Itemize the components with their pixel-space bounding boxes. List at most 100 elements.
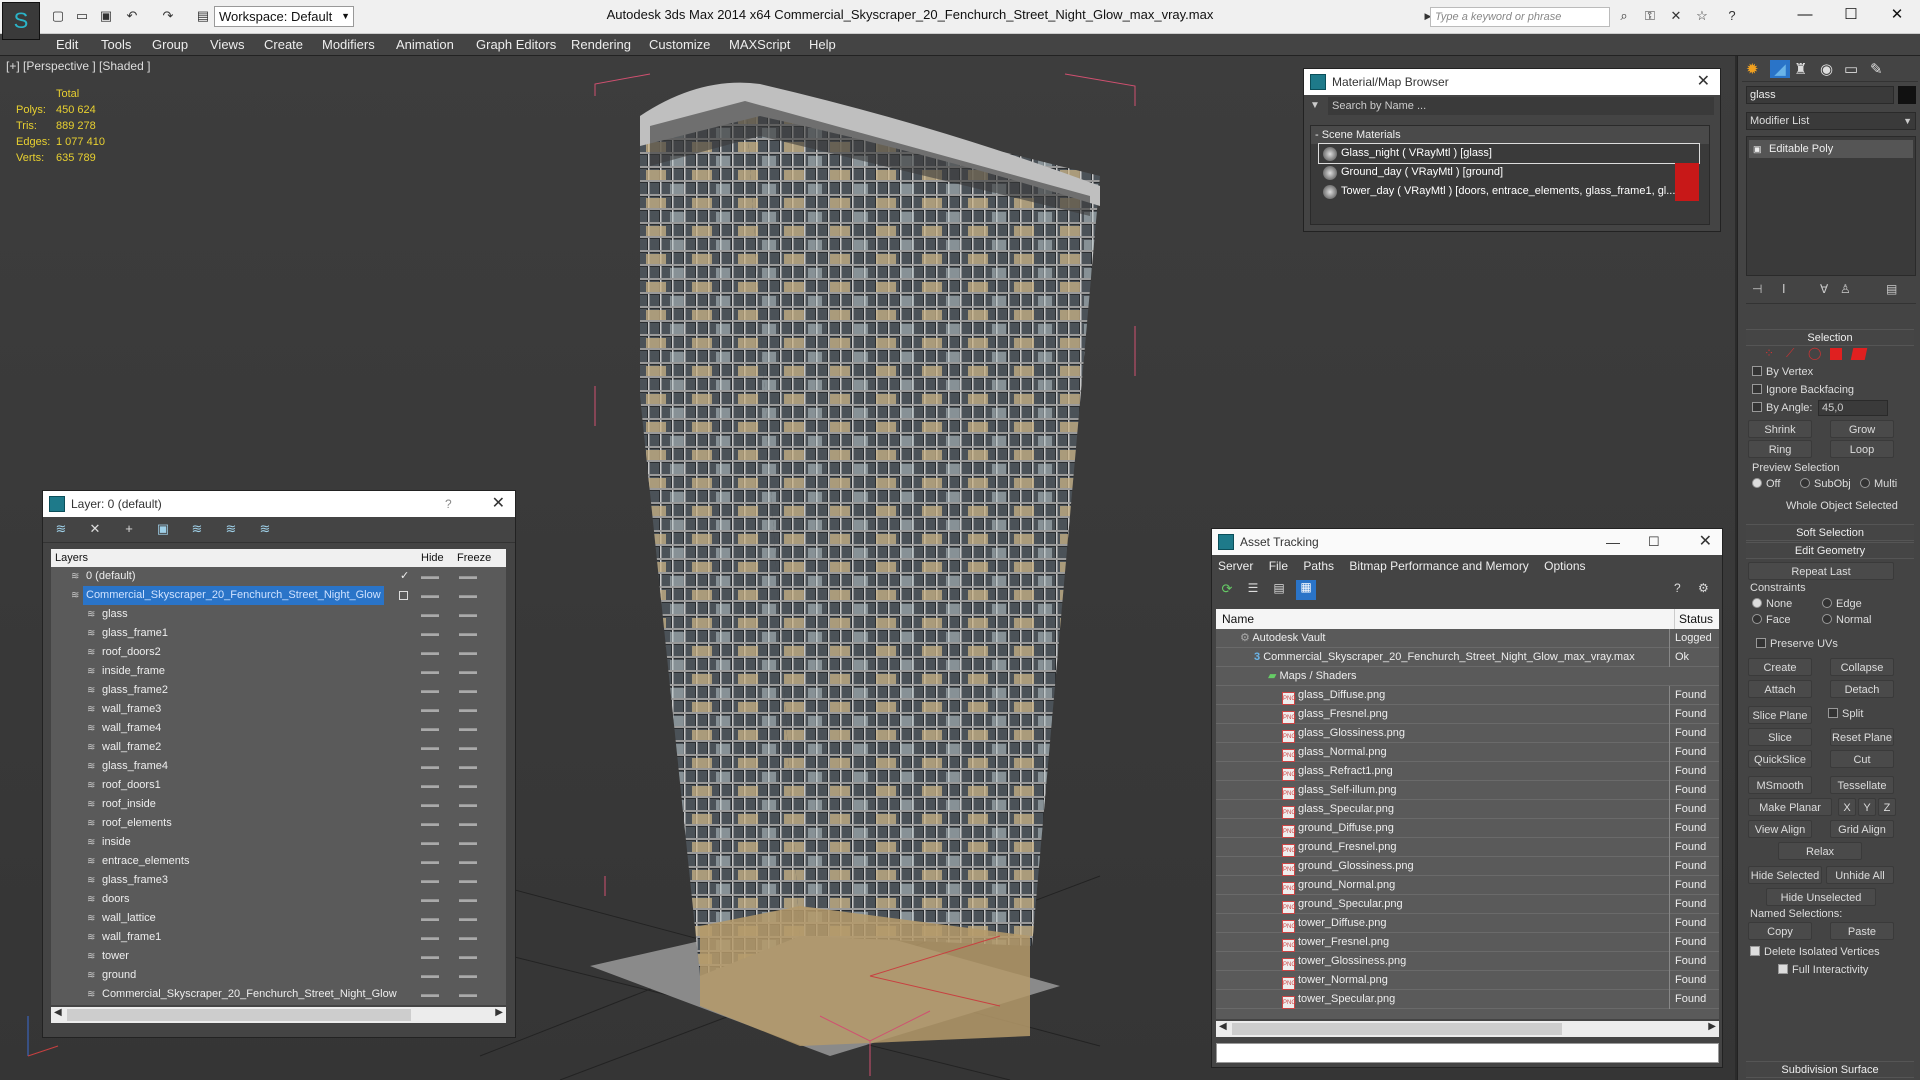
layer-row[interactable]: ≋ 0 (default) ✓ ▬▬ ▬▬ (51, 567, 506, 586)
layer-row[interactable]: ≋ roof_inside ▬▬ ▬▬ (51, 795, 506, 814)
radio-dot[interactable] (1800, 478, 1810, 488)
hide-toggle[interactable]: ▬▬ (421, 567, 439, 586)
by-vertex-checkbox[interactable]: By Vertex (1752, 366, 1813, 378)
make-unique-icon[interactable]: ∀ (1820, 282, 1828, 296)
copy-button[interactable]: Copy (1748, 922, 1812, 940)
layer-row[interactable]: ≋ Commercial_Skyscraper_20_Fenchurch_Stre… (51, 586, 506, 605)
layer-name[interactable]: wall_lattice (99, 909, 159, 928)
layer-row[interactable]: ≋ entrace_elements ▬▬ ▬▬ (51, 852, 506, 871)
cut-button[interactable]: Cut (1830, 750, 1894, 768)
menu-create[interactable]: Create (264, 34, 303, 56)
freeze-toggle[interactable]: ▬▬ (459, 624, 477, 643)
full-interactivity-checkbox[interactable]: Full Interactivity (1778, 964, 1868, 976)
slice-plane-button[interactable]: Slice Plane (1748, 706, 1812, 724)
modify-tab-icon[interactable]: ◢ (1770, 60, 1790, 78)
layer-row[interactable]: ≋ wall_lattice ▬▬ ▬▬ (51, 909, 506, 928)
menu-animation[interactable]: Animation (396, 34, 454, 56)
highlight-layer-icon[interactable]: ≋ (187, 521, 207, 539)
layer-row[interactable]: ≋ roof_doors2 ▬▬ ▬▬ (51, 643, 506, 662)
hide-toggle[interactable]: ▬▬ (421, 586, 439, 605)
hide-toggle[interactable]: ▬▬ (421, 719, 439, 738)
freeze-toggle[interactable]: ▬▬ (459, 586, 477, 605)
material-browser-titlebar[interactable]: Material/Map Browser ✕ (1304, 69, 1720, 95)
asset-row[interactable]: PNG glass_Specular.png Found (1216, 800, 1719, 819)
maximize-button[interactable]: ☐ (1828, 0, 1874, 30)
split-checkbox[interactable]: Split (1828, 708, 1863, 720)
layer-row[interactable]: ≋ inside_frame ▬▬ ▬▬ (51, 662, 506, 681)
freeze-toggle[interactable]: ▬▬ (459, 852, 477, 871)
subdivision-surface-rollout-header[interactable]: Subdivision Surface (1746, 1061, 1914, 1078)
menu-edit[interactable]: Edit (56, 34, 78, 56)
asset-path-field[interactable] (1216, 1043, 1719, 1063)
menu-maxscript[interactable]: MAXScript (729, 34, 790, 56)
exchange-icon[interactable]: ✕ (1666, 6, 1686, 26)
preserve-uvs-checkbox[interactable]: Preserve UVs (1756, 638, 1838, 650)
hide-toggle[interactable]: ▬▬ (421, 833, 439, 852)
hide-toggle[interactable]: ▬▬ (421, 700, 439, 719)
layer-name[interactable]: 0 (default) (83, 567, 139, 586)
material-item[interactable]: Ground_day ( VRayMtl ) [ground] (1319, 163, 1699, 182)
layer-name[interactable]: doors (99, 890, 133, 909)
layer-row[interactable]: ≋ glass_frame1 ▬▬ ▬▬ (51, 624, 506, 643)
hierarchy-tab-icon[interactable]: ♜ (1794, 60, 1807, 78)
layer-row[interactable]: ≋ roof_doors1 ▬▬ ▬▬ (51, 776, 506, 795)
checkbox-box[interactable] (1756, 638, 1766, 648)
hide-toggle[interactable]: ▬▬ (421, 966, 439, 985)
edit-geometry-rollout-header[interactable]: Edit Geometry (1746, 542, 1914, 559)
hide-toggle[interactable]: ▬▬ (421, 871, 439, 890)
show-end-result-icon[interactable]: Ⅰ (1782, 282, 1786, 296)
tessellate-button[interactable]: Tessellate (1830, 776, 1894, 794)
preview-off-radio[interactable]: Off (1752, 478, 1780, 490)
freeze-toggle[interactable]: ▬▬ (459, 947, 477, 966)
by-angle-checkbox[interactable]: By Angle: (1752, 402, 1812, 414)
planar-x-button[interactable]: X (1838, 798, 1856, 816)
layer-name[interactable]: roof_doors2 (99, 643, 164, 662)
create-tab-icon[interactable]: ✹ (1746, 60, 1759, 78)
menu-paths[interactable]: Paths (1303, 559, 1334, 573)
close-icon[interactable]: ✕ (1697, 69, 1710, 95)
make-planar-button[interactable]: Make Planar (1748, 798, 1832, 816)
layer-name[interactable]: ground (99, 966, 139, 985)
checkbox-box[interactable] (1778, 964, 1788, 974)
layer-name[interactable]: glass_frame1 (99, 624, 171, 643)
stack-item-editable-poly[interactable]: ▣ Editable Poly (1749, 140, 1913, 158)
undo-icon[interactable]: ↶ (122, 6, 142, 26)
hide-toggle[interactable]: ▬▬ (421, 890, 439, 909)
freeze-toggle[interactable]: ▬▬ (459, 966, 477, 985)
polygon-icon[interactable] (1830, 348, 1842, 360)
horizontal-scrollbar[interactable]: ◀ ▶ (51, 1007, 506, 1023)
freeze-toggle[interactable]: ▬▬ (459, 700, 477, 719)
menu-help[interactable]: Help (809, 34, 836, 56)
layer-name[interactable]: inside_frame (99, 662, 168, 681)
add-to-layer-icon[interactable]: + (119, 521, 139, 539)
col-freeze[interactable]: Freeze (457, 549, 491, 567)
key-icon[interactable]: ⚿ (1640, 6, 1660, 26)
help-icon[interactable]: ? (1674, 581, 1681, 595)
workspace-dropdown[interactable]: Workspace: Default ▼ (214, 6, 354, 27)
layer-row[interactable]: ≋ glass_frame2 ▬▬ ▬▬ (51, 681, 506, 700)
layer-row[interactable]: ≋ inside ▬▬ ▬▬ (51, 833, 506, 852)
close-icon[interactable]: ✕ (1699, 529, 1712, 555)
layer-name[interactable]: glass (99, 605, 131, 624)
freeze-toggle[interactable]: ▬▬ (459, 985, 477, 1004)
settings-icon[interactable]: ⚙ (1698, 581, 1709, 595)
slice-button[interactable]: Slice (1748, 728, 1812, 746)
app-logo-icon[interactable]: S (2, 2, 40, 40)
layer-row[interactable]: ≋ Commercial_Skyscraper_20_Fenchurch_Stre… (51, 985, 506, 1004)
create-layer-icon[interactable]: ≋ (51, 521, 71, 539)
display-tab-icon[interactable]: ▭ (1844, 60, 1858, 78)
menu-bitmap-performance[interactable]: Bitmap Performance and Memory (1349, 559, 1528, 573)
layer-row[interactable]: ≋ ground ▬▬ ▬▬ (51, 966, 506, 985)
planar-y-button[interactable]: Y (1858, 798, 1876, 816)
asset-row[interactable]: PNG glass_Refract1.png Found (1216, 762, 1719, 781)
radio-dot[interactable] (1752, 478, 1762, 488)
col-status[interactable]: Status (1674, 609, 1713, 629)
ignore-backfacing-checkbox[interactable]: Ignore Backfacing (1752, 384, 1854, 396)
open-file-icon[interactable]: ▭ (72, 6, 92, 26)
edge-icon[interactable]: ⟋ (1786, 346, 1794, 361)
layer-name[interactable]: roof_elements (99, 814, 175, 833)
list-view-icon[interactable]: ☰ (1244, 581, 1262, 599)
asset-row[interactable]: PNG glass_Fresnel.png Found (1216, 705, 1719, 724)
hide-toggle[interactable]: ▬▬ (421, 928, 439, 947)
layer-name[interactable]: roof_doors1 (99, 776, 164, 795)
